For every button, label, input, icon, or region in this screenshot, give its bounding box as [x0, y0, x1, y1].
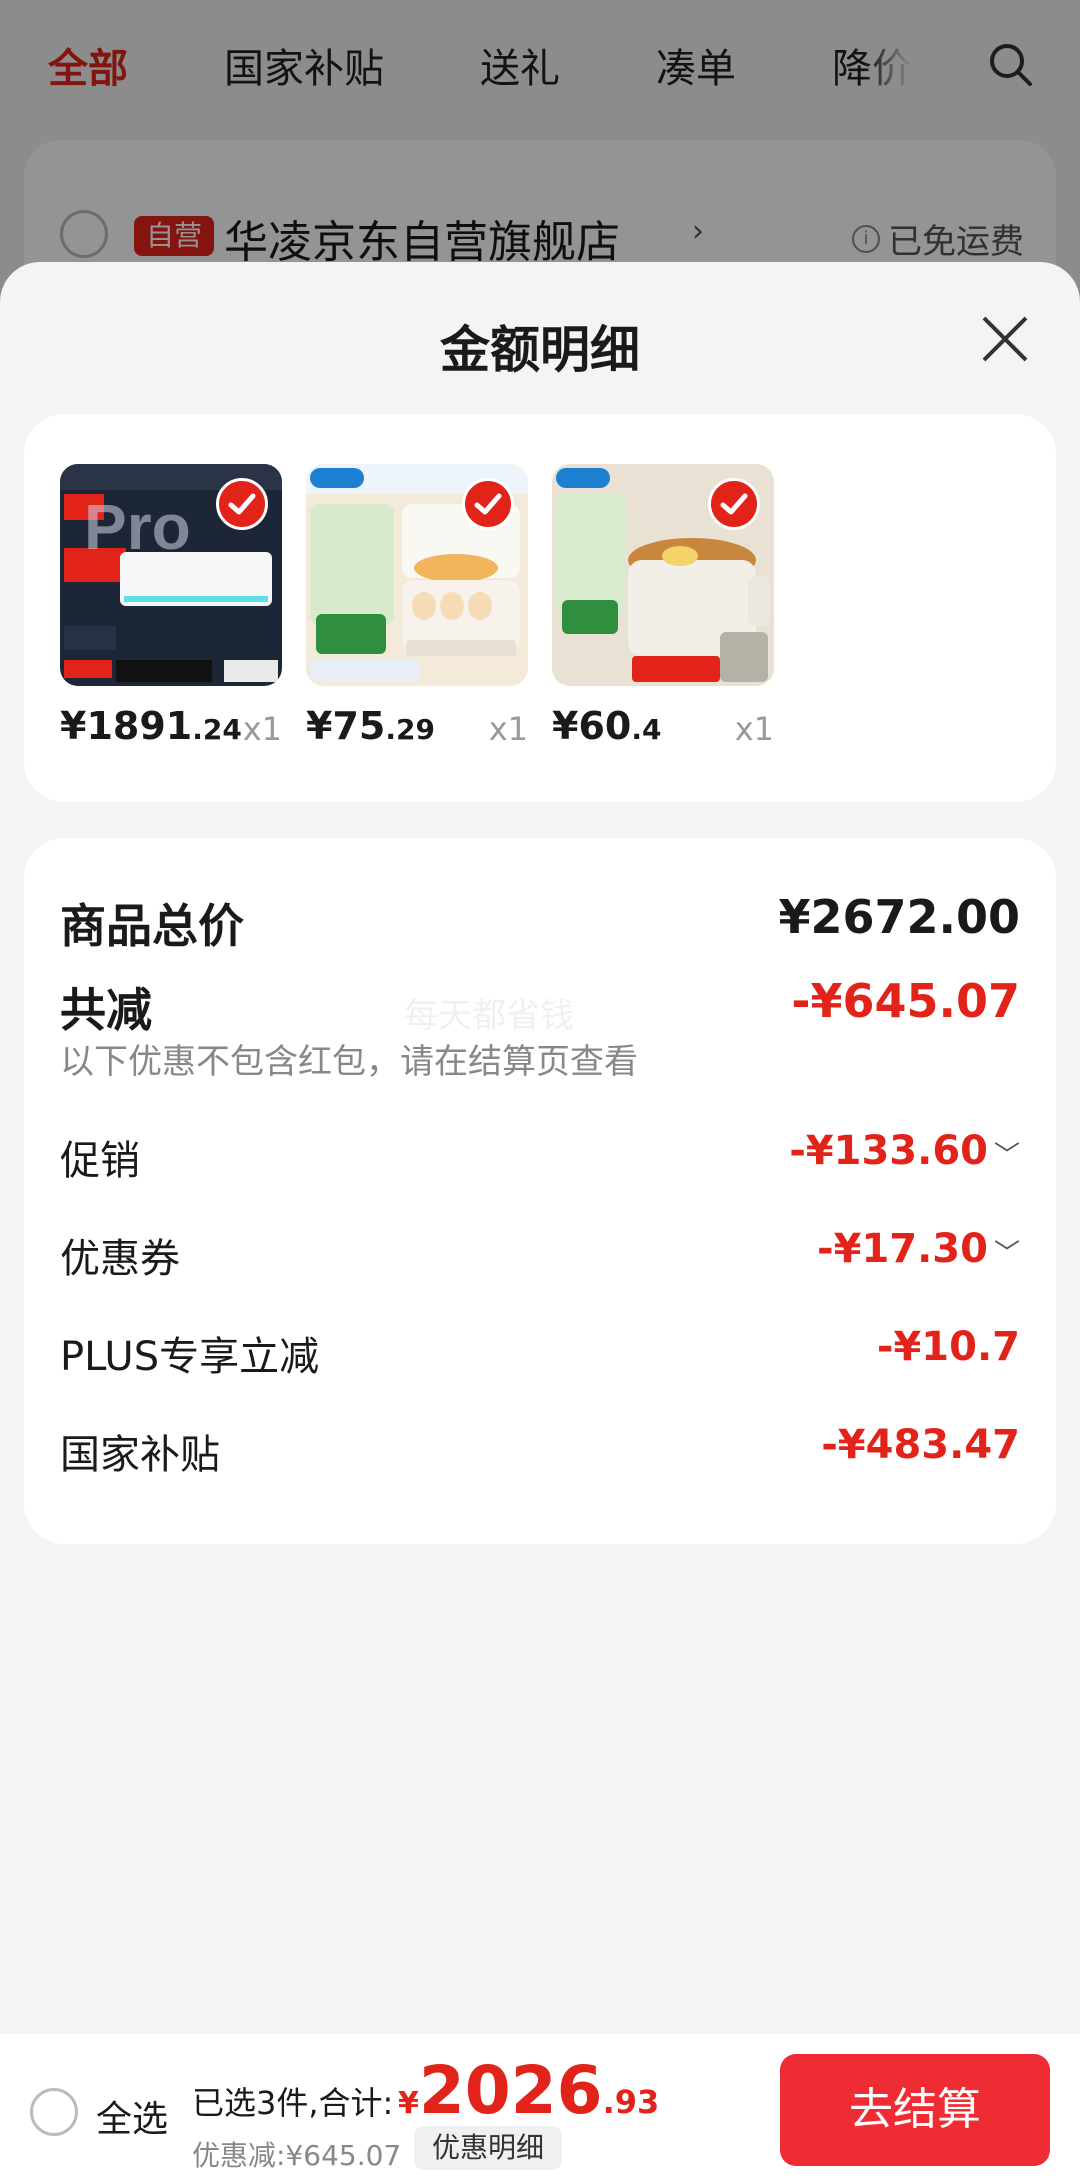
select-all-radio[interactable] — [30, 2088, 78, 2136]
plus-discount-label: PLUS专享立减 — [60, 1334, 320, 1380]
product-quantity: x1 — [734, 710, 774, 748]
product-image-electric-cooker — [552, 464, 774, 686]
checked-icon — [462, 478, 514, 530]
product-price-row: ¥60.4 x1 — [552, 704, 774, 754]
total-price-value: ¥2672.00 — [778, 890, 1020, 944]
chevron-down-icon[interactable]: ﹀ — [994, 1233, 1020, 1270]
product-image-air-conditioner: Pro — [60, 464, 282, 686]
close-icon[interactable] — [978, 312, 1032, 366]
product-image-egg-steamer — [306, 464, 528, 686]
discount-detail-button[interactable]: 优惠明细 — [414, 2126, 563, 2170]
promotion-value[interactable]: -¥133.60 ﹀ — [789, 1128, 1020, 1174]
product-price-row: ¥1891.24 x1 — [60, 704, 282, 754]
price-summary-card: 每天都省钱 商品总价 ¥2672.00 共减 -¥645.07 以下优惠不包含红… — [24, 838, 1056, 1544]
total-price-label: 商品总价 — [60, 899, 244, 953]
product-price: ¥60.4 — [552, 704, 662, 748]
total-reduction-value: -¥645.07 — [791, 974, 1020, 1028]
select-all-label[interactable]: 全选 — [96, 2090, 168, 2142]
total-amount: ¥2026.93 — [398, 2052, 660, 2129]
national-subsidy-label: 国家补贴 — [60, 1432, 220, 1478]
product-item[interactable]: ¥60.4 x1 — [552, 464, 774, 754]
product-quantity: x1 — [488, 710, 528, 748]
discount-note: 以下优惠不包含红包，请在结算页查看 — [60, 1042, 638, 1082]
chevron-down-icon[interactable]: ﹀ — [994, 1135, 1020, 1172]
coupon-label: 优惠券 — [60, 1236, 180, 1282]
product-price: ¥75.29 — [306, 704, 435, 748]
product-item[interactable]: Pro ¥1891.24 x1 — [60, 464, 282, 754]
product-item[interactable]: ¥75.29 x1 — [306, 464, 528, 754]
checked-icon — [216, 478, 268, 530]
plus-discount-value: -¥10.7 — [876, 1324, 1020, 1370]
product-price-row: ¥75.29 x1 — [306, 704, 528, 754]
selected-count: 已选3件,合计: — [192, 2084, 394, 2122]
checkout-bar: 全选 已选3件,合计: ¥2026.93 优惠减:¥645.07 优惠明细 去结… — [0, 2034, 1080, 2184]
promotion-label: 促销 — [60, 1138, 140, 1184]
checked-icon — [708, 478, 760, 530]
sheet-title: 金额明细 — [440, 321, 640, 379]
national-subsidy-value: -¥483.47 — [821, 1422, 1020, 1468]
coupon-value[interactable]: -¥17.30 ﹀ — [817, 1226, 1020, 1272]
discount-amount: 优惠减:¥645.07 — [192, 2139, 402, 2172]
checkout-button[interactable]: 去结算 — [780, 2054, 1050, 2166]
product-quantity: x1 — [242, 710, 282, 748]
watermark-text: 每天都省钱 — [404, 996, 574, 1036]
total-reduction-label: 共减 — [60, 983, 152, 1037]
product-price: ¥1891.24 — [60, 704, 242, 748]
amount-detail-sheet: 金额明细 Pro ¥1891.24 x1 ¥75.29 x1 ¥60.4 x1 … — [0, 262, 1080, 2184]
product-thumbnails-card: Pro ¥1891.24 x1 ¥75.29 x1 ¥60.4 x1 — [24, 414, 1056, 802]
